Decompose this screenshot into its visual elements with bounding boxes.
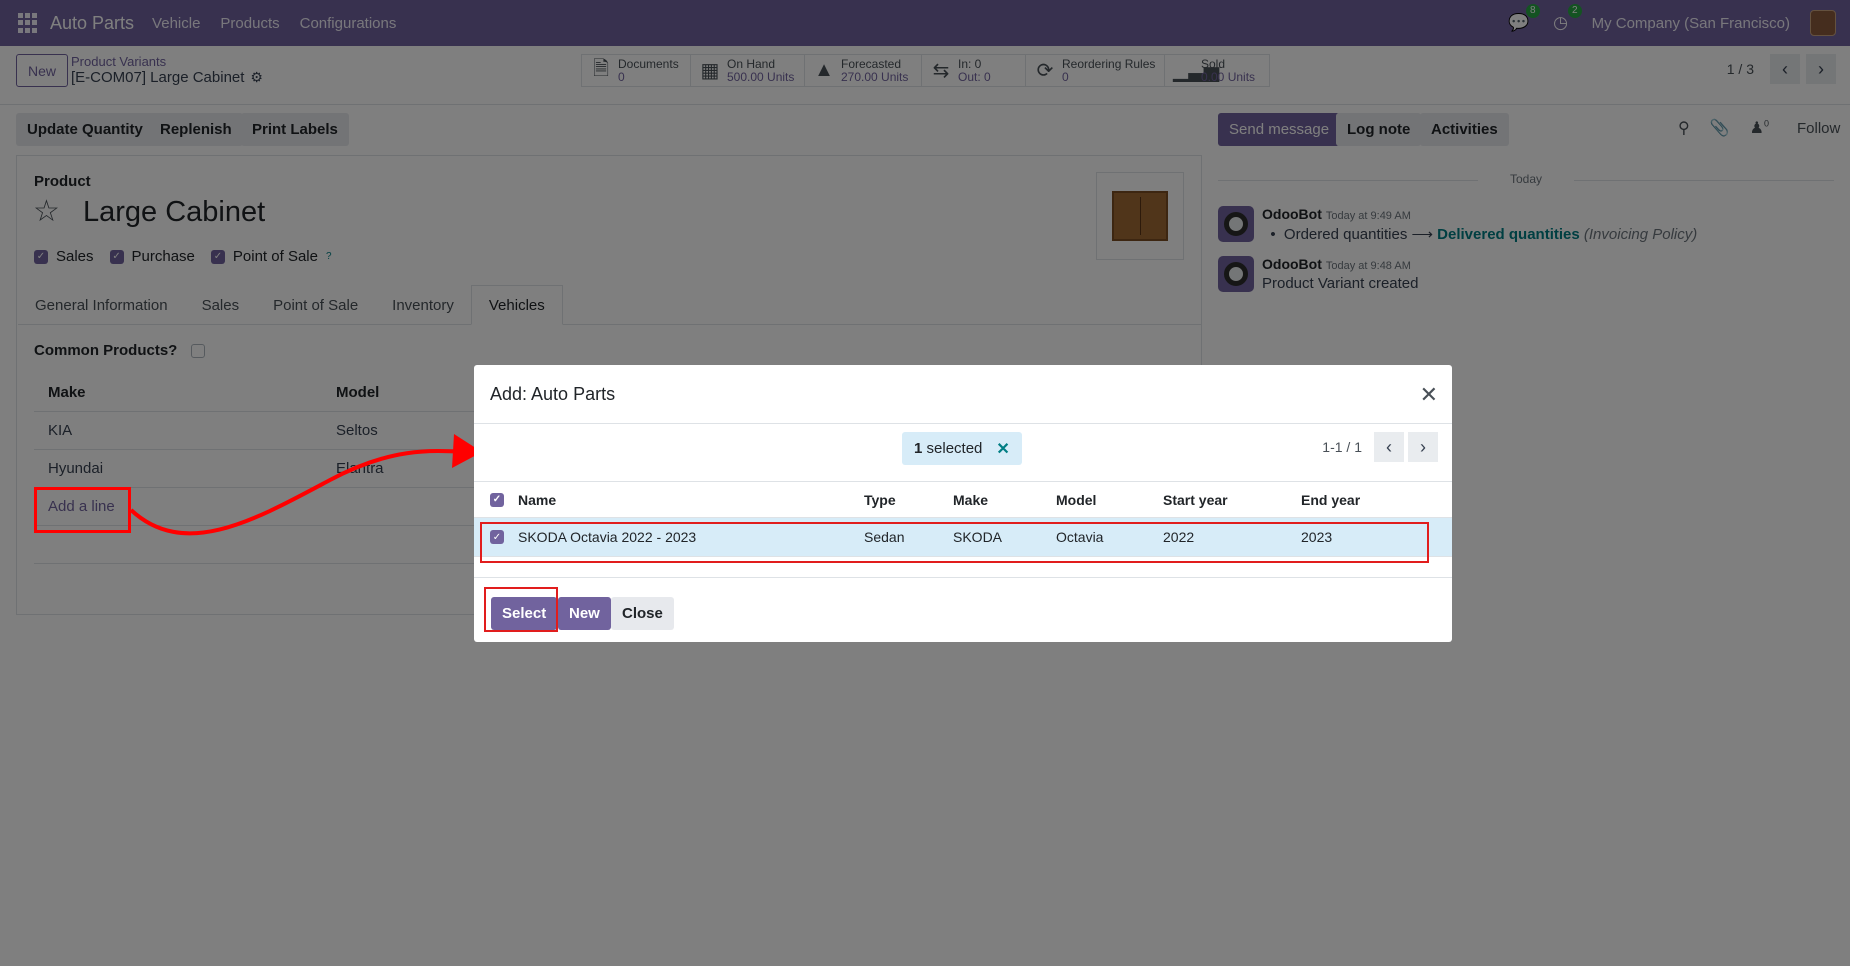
- selected-text: selected: [926, 440, 983, 457]
- unselect-all-icon[interactable]: ✕: [996, 439, 1009, 459]
- close-icon[interactable]: ✕: [1420, 382, 1438, 408]
- row-checkbox[interactable]: ✓: [490, 530, 504, 544]
- close-button[interactable]: Close: [611, 597, 674, 630]
- col-model[interactable]: Model: [1056, 492, 1163, 508]
- selection-pill: 1 selected ✕: [902, 432, 1022, 465]
- table-row[interactable]: ✓ SKODA Octavia 2022 - 2023 Sedan SKODA …: [474, 518, 1452, 557]
- table-header: ✓ Name Type Make Model Start year End ye…: [474, 481, 1452, 518]
- dialog-title: Add: Auto Parts: [474, 365, 1452, 424]
- col-end-year[interactable]: End year: [1301, 492, 1441, 508]
- col-start-year[interactable]: Start year: [1163, 492, 1301, 508]
- dialog-pager: 1-1 / 1 ‹ ›: [1322, 432, 1438, 462]
- chevron-left-icon[interactable]: ‹: [1374, 432, 1404, 462]
- new-button[interactable]: New: [558, 597, 611, 630]
- dialog-pager-value[interactable]: 1-1 / 1: [1322, 439, 1362, 455]
- col-type[interactable]: Type: [864, 492, 953, 508]
- selected-count: 1: [914, 440, 923, 457]
- select-button[interactable]: Select: [491, 597, 558, 630]
- select-all-checkbox[interactable]: ✓: [490, 492, 504, 507]
- add-auto-parts-dialog: Add: Auto Parts ✕ 1 selected ✕ 1-1 / 1 ‹…: [474, 365, 1452, 642]
- col-name[interactable]: Name: [518, 492, 864, 508]
- dialog-footer: Select New Close: [474, 577, 1452, 642]
- col-make[interactable]: Make: [953, 492, 1056, 508]
- chevron-right-icon[interactable]: ›: [1408, 432, 1438, 462]
- dialog-table: ✓ Name Type Make Model Start year End ye…: [474, 481, 1452, 557]
